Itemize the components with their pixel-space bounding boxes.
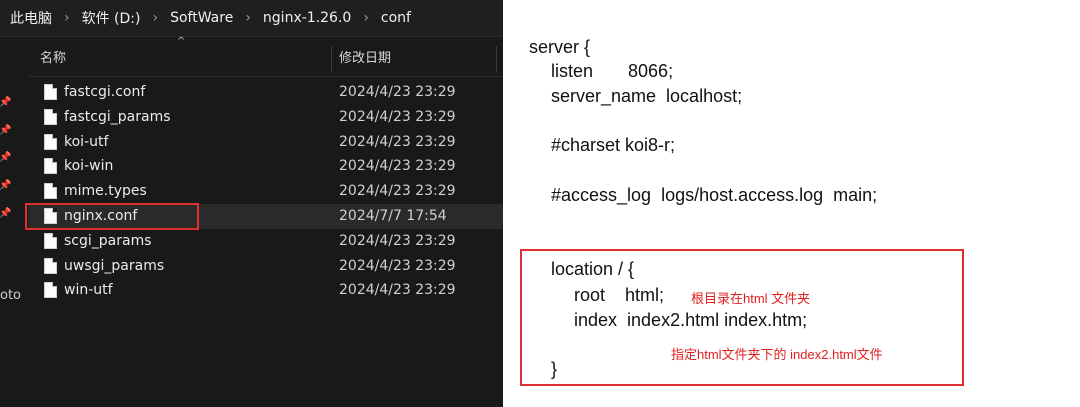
file-name: fastcgi_params [64, 108, 171, 125]
file-row[interactable]: mime.types 2024/4/23 23:29 [28, 179, 503, 204]
chevron-right-icon: › [363, 10, 369, 26]
pin-icon: 📌 [0, 180, 12, 191]
file-name: mime.types [64, 183, 147, 200]
file-date: 2024/4/23 23:29 [339, 183, 456, 200]
location-highlight-box [520, 249, 964, 386]
sidebar-label-fragment[interactable]: oto [0, 288, 21, 303]
config-snippet: server { listen 8066; server_name localh… [503, 0, 1080, 407]
pin-icon: 📌 [0, 125, 12, 136]
file-row[interactable]: koi-utf 2024/4/23 23:29 [28, 130, 503, 155]
file-icon [44, 108, 57, 125]
column-header-date[interactable]: 修改日期 [339, 42, 391, 76]
file-row[interactable]: scgi_params 2024/4/23 23:29 [28, 229, 503, 254]
column-divider[interactable] [331, 46, 332, 72]
file-name: win-utf [64, 282, 113, 299]
file-name: koi-utf [64, 133, 109, 150]
config-line-listen: listen 8066; [551, 61, 674, 81]
config-line-charset: #charset koi8-r; [551, 135, 676, 155]
file-row[interactable]: uwsgi_params 2024/4/23 23:29 [28, 254, 503, 279]
file-date: 2024/4/23 23:29 [339, 257, 456, 274]
config-line-server-name: server_name localhost; [551, 86, 743, 106]
breadcrumb-drive[interactable]: 软件 (D:) [80, 8, 143, 28]
file-row[interactable]: fastcgi.conf 2024/4/23 23:29 [28, 80, 503, 105]
file-icon [44, 282, 57, 299]
pin-icon: 📌 [0, 97, 12, 108]
file-icon [44, 257, 57, 274]
file-row[interactable]: koi-win 2024/4/23 23:29 [28, 154, 503, 179]
file-date: 2024/4/23 23:29 [339, 84, 456, 100]
file-date: 2024/4/23 23:29 [339, 232, 456, 249]
file-date: 2024/4/23 23:29 [339, 158, 456, 175]
pin-icon: 📌 [0, 208, 12, 219]
file-date: 2024/7/7 17:54 [339, 207, 447, 224]
file-icon [44, 84, 57, 100]
config-line-server: server { [529, 37, 591, 57]
file-icon [44, 232, 57, 249]
config-line-access-log: #access_log logs/host.access.log main; [551, 185, 878, 205]
file-date: 2024/4/23 23:29 [339, 133, 456, 150]
column-header-row: ^ 名称 修改日期 [28, 36, 503, 77]
breadcrumb-this-pc[interactable]: 此电脑 [8, 8, 54, 28]
address-bar[interactable]: 此电脑 › 软件 (D:) › SoftWare › nginx-1.26.0 … [0, 0, 503, 37]
column-header-name[interactable]: 名称 [40, 42, 66, 76]
breadcrumb-conf[interactable]: conf [379, 10, 413, 26]
file-name: fastcgi.conf [64, 84, 146, 100]
sort-ascending-icon: ^ [177, 36, 186, 47]
file-name: koi-win [64, 158, 114, 175]
chevron-right-icon: › [245, 10, 251, 26]
file-explorer: 此电脑 › 软件 (D:) › SoftWare › nginx-1.26.0 … [0, 0, 503, 407]
chevron-right-icon: › [152, 10, 159, 26]
file-icon [44, 158, 57, 175]
file-name: uwsgi_params [64, 257, 165, 274]
column-divider[interactable] [496, 46, 497, 72]
file-row[interactable]: fastcgi_params 2024/4/23 23:29 [28, 105, 503, 130]
pin-icon: 📌 [0, 152, 12, 163]
file-icon [44, 183, 57, 200]
breadcrumb-software[interactable]: SoftWare [168, 10, 235, 26]
chevron-right-icon: › [64, 10, 70, 26]
file-icon [44, 133, 57, 150]
file-name: scgi_params [64, 232, 152, 249]
file-date: 2024/4/23 23:29 [339, 282, 456, 299]
file-row[interactable]: win-utf 2024/4/23 23:29 [28, 278, 503, 303]
file-list: fastcgi.conf 2024/4/23 23:29 fastcgi_par… [28, 80, 503, 303]
breadcrumb: 此电脑 › 软件 (D:) › SoftWare › nginx-1.26.0 … [8, 0, 413, 36]
nginx-conf-highlight-box [25, 203, 199, 230]
breadcrumb-nginx[interactable]: nginx-1.26.0 [261, 10, 353, 26]
file-date: 2024/4/23 23:29 [339, 108, 456, 125]
